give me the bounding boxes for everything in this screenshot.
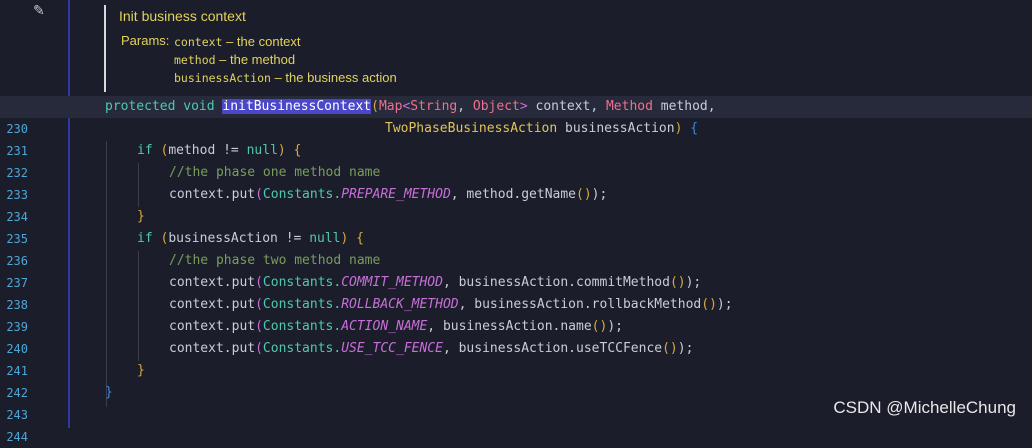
selected-method-name[interactable]: initBusinessContext (222, 99, 372, 114)
code-line[interactable]: 241 context.put(Constants.USE_TCC_FENCE,… (0, 338, 1032, 378)
code-line[interactable]: 232 if (method != null) { (0, 140, 1032, 180)
code-text: context.put(Constants.USE_TCC_FENCE, bus… (169, 341, 694, 356)
code-line[interactable]: 240 context.put(Constants.ACTION_NAME, b… (0, 316, 1032, 356)
code-text: context.put(Constants.COMMIT_METHOD, bus… (169, 275, 702, 290)
pencil-icon[interactable]: ✎ (33, 3, 49, 19)
code-line[interactable]: 236 if (businessAction != null) { (0, 228, 1032, 268)
code-line[interactable]: 231 TwoPhaseBusinessAction businessActio… (0, 118, 1032, 158)
line-number: 244 (6, 430, 28, 444)
code-text: protected void initBusinessContext(Map<S… (105, 99, 716, 114)
doc-params-label: Params: (121, 33, 170, 48)
javadoc-popup: Init business context Params: context – … (104, 5, 1024, 92)
code-text: } (137, 209, 145, 224)
doc-param: method – the method (174, 52, 296, 67)
code-line[interactable]: 237 //the phase two method name (0, 250, 1032, 290)
code-line[interactable]: 239 context.put(Constants.ROLLBACK_METHO… (0, 294, 1032, 334)
doc-param: context – the context (174, 34, 301, 49)
code-text: context.put(Constants.ROLLBACK_METHOD, b… (169, 297, 733, 312)
code-text: if (businessAction != null) { (137, 231, 364, 246)
code-comment: //the phase two method name (169, 253, 381, 268)
code-line[interactable]: 242 } (0, 360, 1032, 400)
code-line[interactable]: 233 //the phase one method name (0, 162, 1032, 202)
code-comment: //the phase one method name (169, 165, 381, 180)
code-text: } (137, 363, 145, 378)
watermark: CSDN @MichelleChung (833, 398, 1016, 417)
code-line[interactable]: 238 context.put(Constants.COMMIT_METHOD,… (0, 272, 1032, 312)
code-line[interactable]: 234 context.put(Constants.PREPARE_METHOD… (0, 184, 1032, 224)
doc-param: businessAction – the business action (174, 70, 397, 85)
code-line[interactable]: 230 protected void initBusinessContext(M… (0, 96, 1032, 136)
code-text: if (method != null) { (137, 143, 302, 158)
code-text: context.put(Constants.ACTION_NAME, busin… (169, 319, 623, 334)
code-text: TwoPhaseBusinessAction businessAction) { (385, 121, 699, 136)
code-text: context.put(Constants.PREPARE_METHOD, me… (169, 187, 608, 202)
doc-title: Init business context (119, 8, 246, 24)
code-line[interactable]: 235 } (0, 206, 1032, 246)
code-text: } (105, 385, 113, 400)
